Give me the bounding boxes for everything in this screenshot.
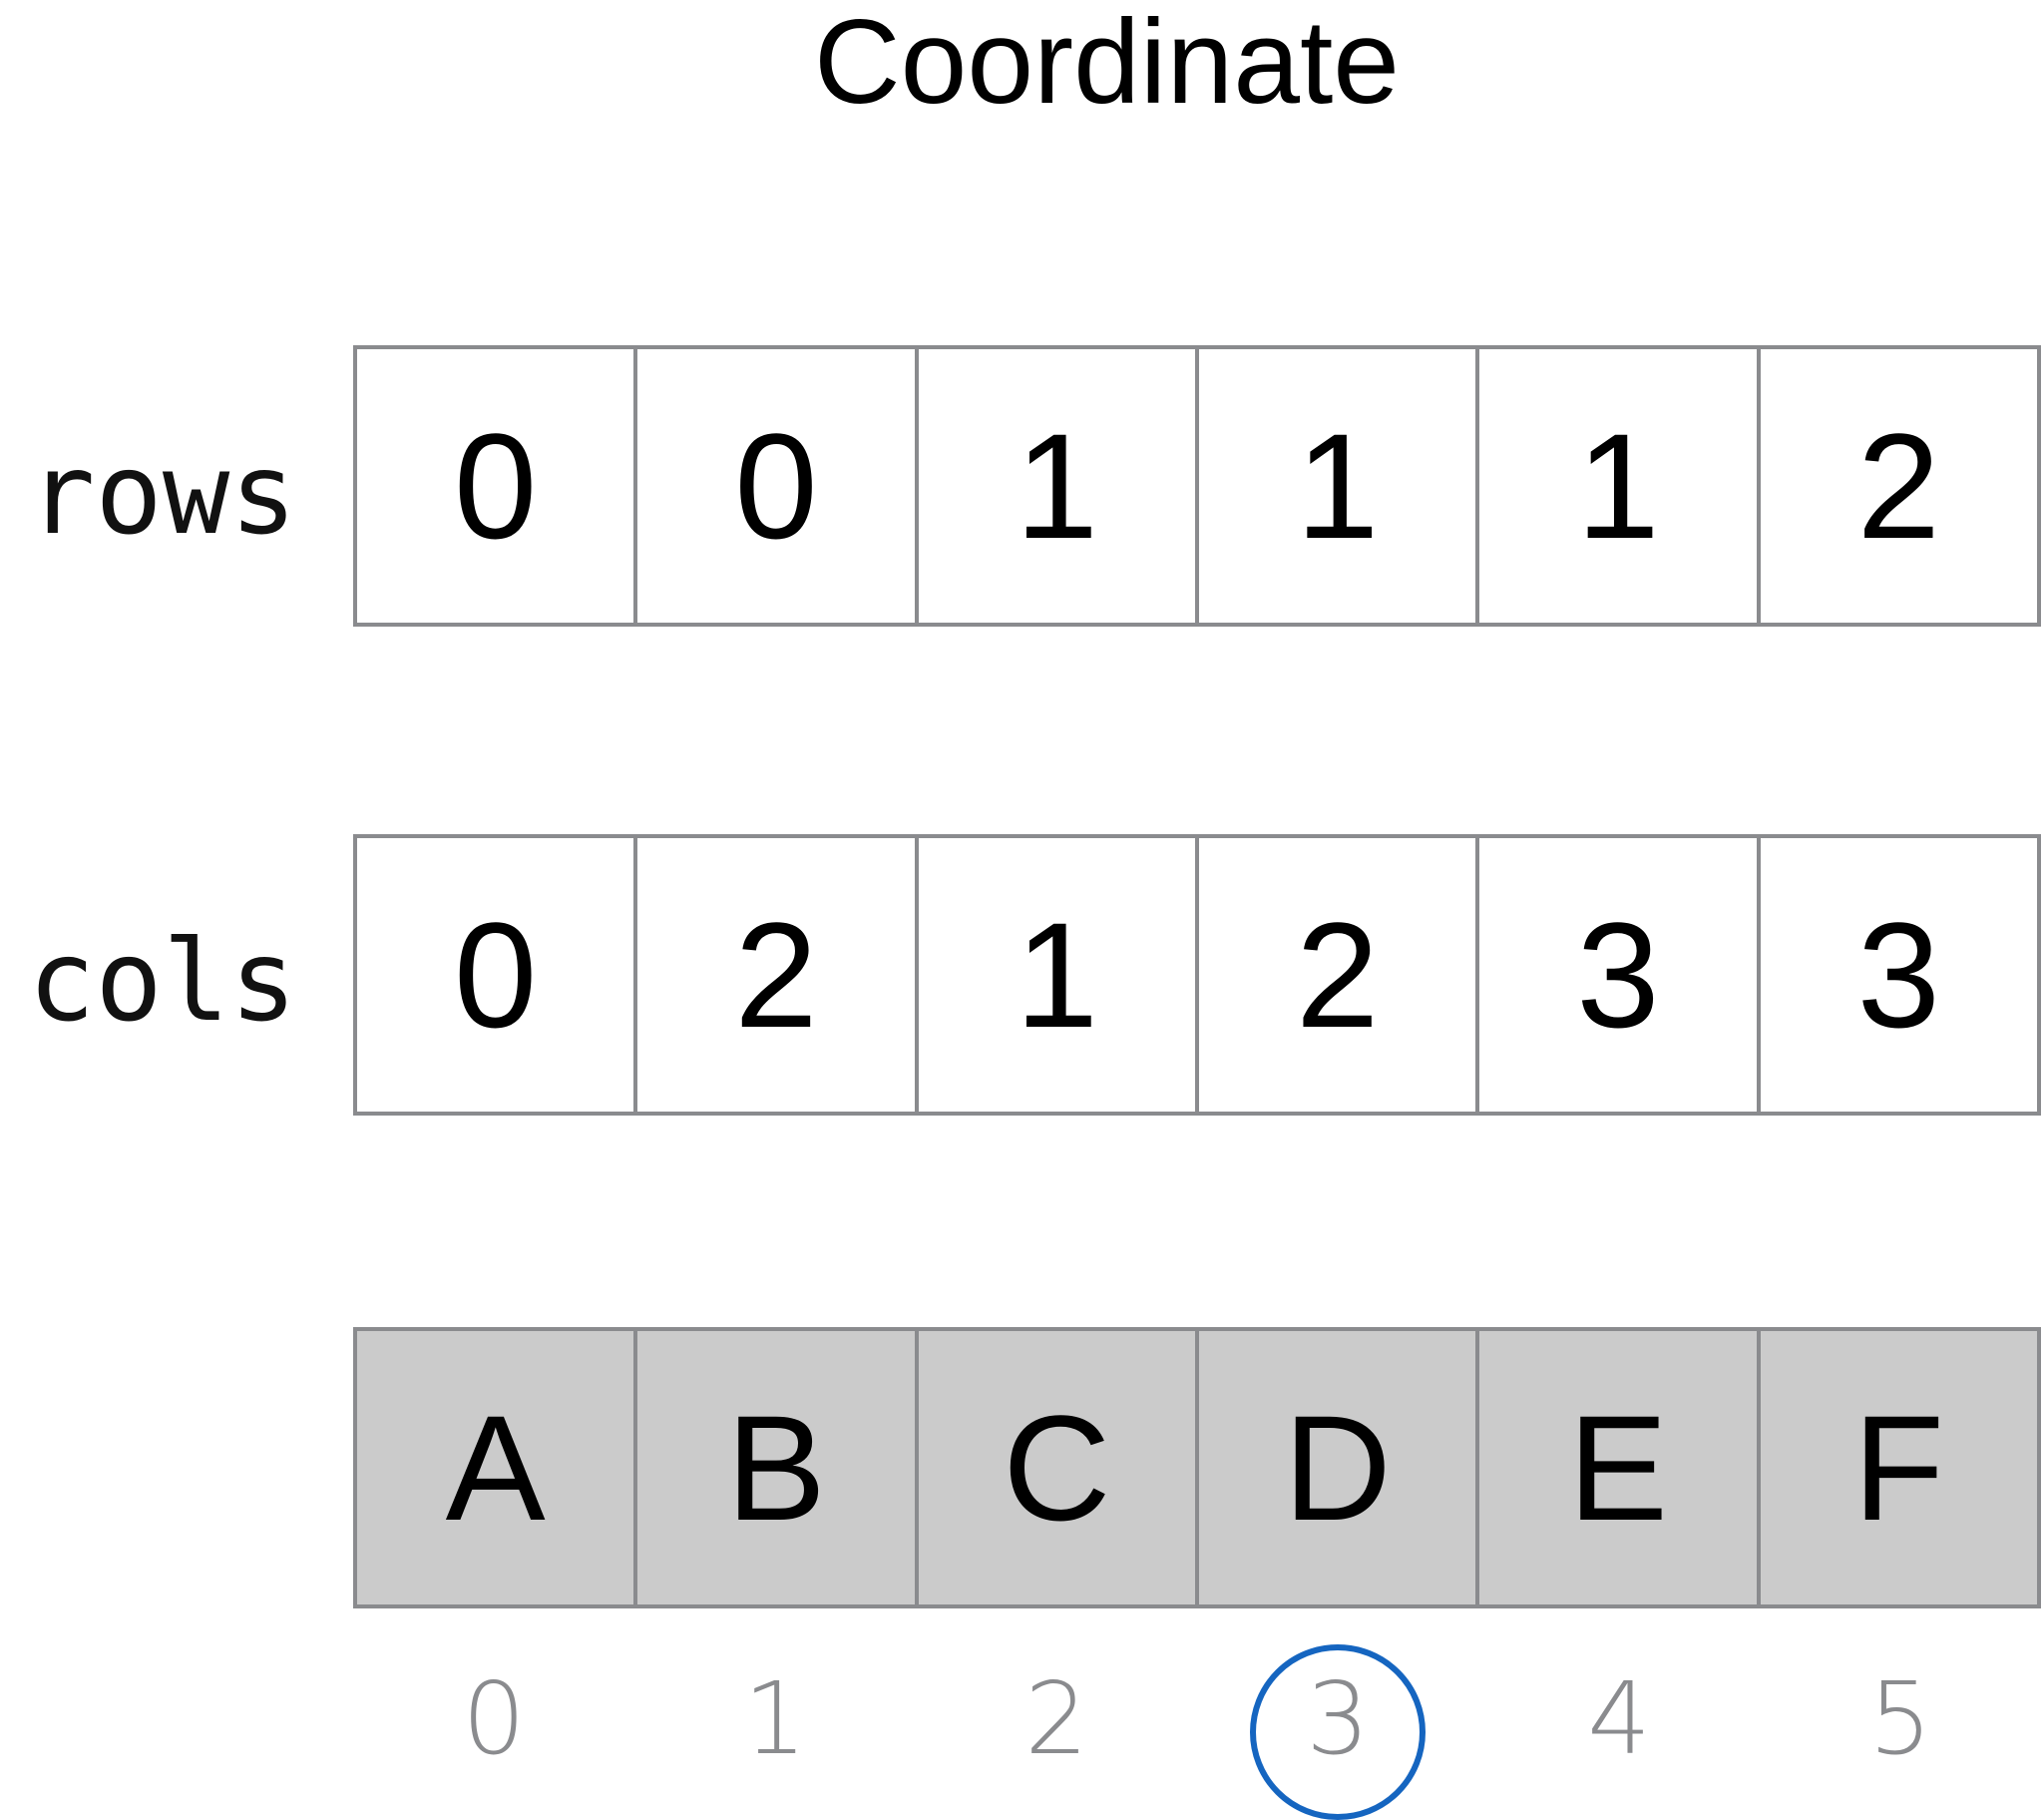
diagram-title: Coordinate [813, 0, 1401, 129]
index-label-text: 1 [743, 1660, 807, 1777]
cols-array: 0 2 1 2 3 3 [353, 834, 2041, 1116]
data-array: A B C D E F [353, 1327, 2041, 1608]
rows-cell: 1 [1475, 349, 1756, 623]
rows-cell: 0 [633, 349, 914, 623]
cols-cell: 0 [453, 890, 538, 1059]
index-label: 5 [1760, 1646, 2041, 1791]
cols-cell: 1 [914, 838, 1195, 1112]
cols-cell: 2 [1194, 838, 1475, 1112]
index-label-text: 0 [462, 1660, 526, 1777]
index-label-text: 3 [1306, 1660, 1370, 1777]
index-label: 4 [1478, 1646, 1760, 1791]
index-label: 0 [353, 1646, 634, 1791]
index-label: 2 [916, 1646, 1197, 1791]
cols-label: cols [28, 917, 297, 1047]
cols-cell: 3 [1756, 838, 2037, 1112]
data-cell: C [914, 1331, 1195, 1604]
rows-cell: 1 [1194, 349, 1475, 623]
data-cell: B [633, 1331, 915, 1604]
index-label-text: 5 [1868, 1660, 1932, 1777]
rows-label: rows [28, 430, 297, 560]
data-cell: D [1194, 1331, 1476, 1604]
rows-array: 0 0 1 1 1 2 [353, 345, 2041, 627]
data-cell: F [1756, 1331, 2037, 1604]
index-row: 0 1 2 3 4 5 [353, 1643, 2041, 1820]
rows-cell: 1 [914, 349, 1195, 623]
index-label-highlighted: 3 [1197, 1643, 1478, 1820]
index-label-text: 4 [1587, 1660, 1651, 1777]
rows-cell: 2 [1756, 349, 2037, 623]
index-label-text: 2 [1024, 1660, 1088, 1777]
index-label: 1 [634, 1646, 916, 1791]
rows-cell: 0 [453, 401, 538, 570]
data-cell: A [357, 1331, 634, 1604]
cols-cell: 3 [1475, 838, 1756, 1112]
data-cell: E [1475, 1331, 1757, 1604]
cols-cell: 2 [633, 838, 914, 1112]
